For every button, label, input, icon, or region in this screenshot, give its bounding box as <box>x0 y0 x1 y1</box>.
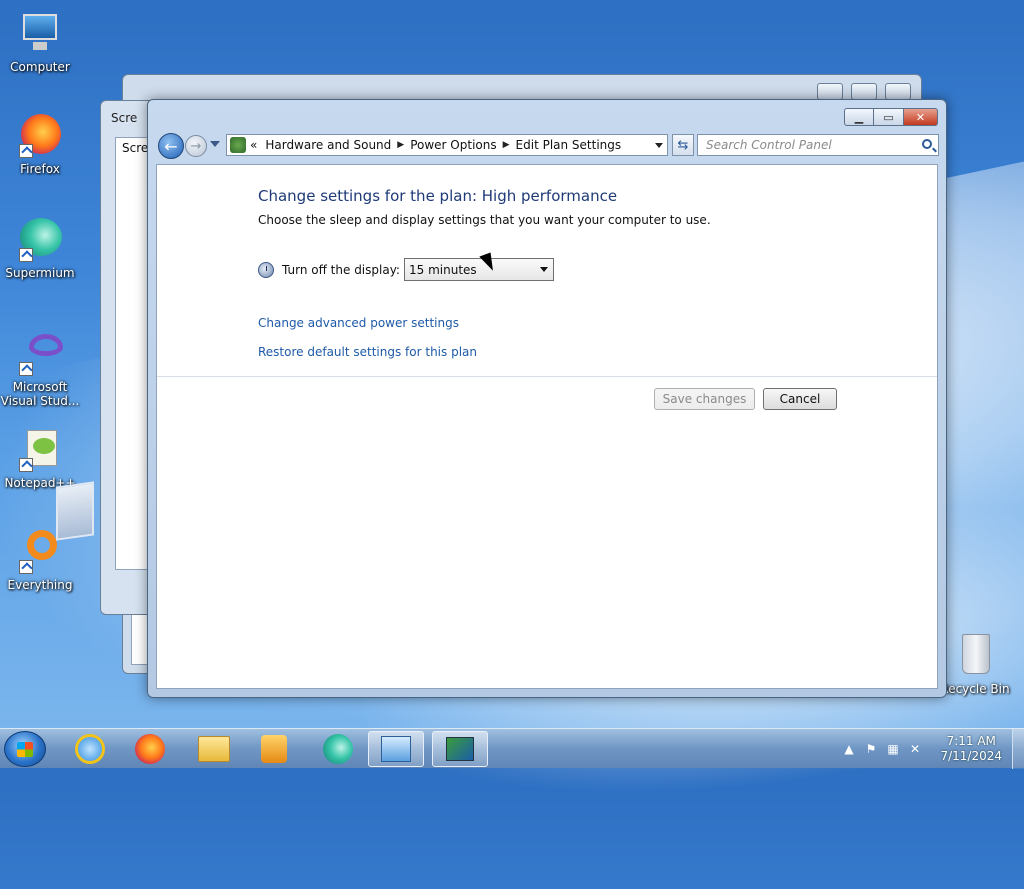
taskbar-firefox[interactable] <box>122 731 178 767</box>
save-changes-button[interactable]: Save changes <box>654 388 755 410</box>
refresh-button[interactable]: ⇆ <box>672 134 694 156</box>
taskbar: ▲ ⚑ ▦ ✕ 7:11 AM 7/11/2024 <box>0 728 1024 769</box>
media-player-icon <box>261 735 287 763</box>
desktop-icon-notepadpp[interactable]: Notepad++ <box>0 426 80 490</box>
navigation-bar: ← → « Hardware and Sound ▶ Power Options… <box>156 132 939 160</box>
desktop-icon-label: Microsoft Visual Stud... <box>0 380 80 408</box>
control-panel-icon <box>230 137 246 153</box>
breadcrumb-item[interactable]: Edit Plan Settings <box>516 138 622 152</box>
recent-pages-dropdown[interactable] <box>210 141 220 147</box>
desktop-icon-visual-studio[interactable]: Microsoft Visual Stud... <box>0 330 80 408</box>
firefox-icon <box>135 734 165 764</box>
computer-icon <box>17 10 63 56</box>
desktop-icon-firefox[interactable]: Firefox <box>0 112 80 176</box>
network-icon[interactable]: ▦ <box>886 742 900 756</box>
desktop-icon-label: Recycle Bin <box>940 682 1010 696</box>
display-settings-icon <box>446 737 474 761</box>
clock[interactable]: 7:11 AM 7/11/2024 <box>940 734 1002 764</box>
show-hidden-icons-icon[interactable]: ▲ <box>842 742 856 756</box>
content-pane: Change settings for the plan: High perfo… <box>156 164 938 689</box>
display-timeout-value: 15 minutes <box>409 262 477 277</box>
recycle-bin-icon <box>952 632 998 678</box>
restore-defaults-link[interactable]: Restore default settings for this plan <box>258 345 477 359</box>
action-center-flag-icon[interactable]: ⚑ <box>864 742 878 756</box>
supermium-icon <box>17 216 63 262</box>
maximize-button[interactable] <box>851 83 877 100</box>
supermium-icon <box>323 734 353 764</box>
breadcrumb-separator-icon[interactable]: ▶ <box>503 140 510 150</box>
minimize-button[interactable] <box>817 83 843 100</box>
firefox-icon <box>17 112 63 158</box>
page-description: Choose the sleep and display settings th… <box>258 213 711 227</box>
taskbar-display-settings[interactable] <box>432 731 488 767</box>
system-tray: ▲ ⚑ ▦ ✕ 7:11 AM 7/11/2024 <box>834 729 1024 769</box>
chevron-down-icon <box>540 267 548 272</box>
caption-buttons: ▁ ▭ ✕ <box>844 108 938 126</box>
taskbar-internet-explorer[interactable] <box>62 731 118 767</box>
taskbar-control-panel[interactable] <box>368 731 424 767</box>
display-setting-row: Turn off the display: 15 minutes <box>258 258 554 281</box>
back-button[interactable]: ← <box>158 133 184 159</box>
desktop-icon-computer[interactable]: Computer <box>0 10 80 74</box>
taskbar-supermium[interactable] <box>310 731 366 767</box>
folder-icon <box>198 736 230 762</box>
clock-date: 7/11/2024 <box>940 749 1002 763</box>
notepadpp-icon <box>17 426 63 472</box>
close-button[interactable]: ✕ <box>904 108 938 126</box>
control-panel-icon <box>381 736 411 762</box>
window-title: Scre <box>111 111 138 125</box>
internet-explorer-icon <box>75 734 105 764</box>
background-window-fragment <box>56 481 94 541</box>
desktop-icon-label: Supermium <box>5 266 75 280</box>
page-title: Change settings for the plan: High perfo… <box>258 187 618 205</box>
address-bar[interactable]: « Hardware and Sound ▶ Power Options ▶ E… <box>226 134 668 156</box>
breadcrumb-prefix[interactable]: « <box>250 138 257 152</box>
show-desktop-button[interactable] <box>1012 729 1024 769</box>
forward-button[interactable]: → <box>185 135 207 157</box>
desktop-icon-label: Computer <box>10 60 70 74</box>
desktop-icon-recycle-bin[interactable]: Recycle Bin <box>935 632 1015 696</box>
address-dropdown-icon[interactable] <box>655 143 663 148</box>
clock-time: 7:11 AM <box>946 734 996 748</box>
cancel-button[interactable]: Cancel <box>763 388 837 410</box>
search-input[interactable] <box>698 135 908 155</box>
divider <box>157 376 937 377</box>
minimize-button[interactable]: ▁ <box>844 108 874 126</box>
start-button[interactable] <box>4 731 46 767</box>
desktop-icon-label: Firefox <box>20 162 60 176</box>
search-icon[interactable] <box>922 139 932 149</box>
advanced-settings-link[interactable]: Change advanced power settings <box>258 316 459 330</box>
close-button[interactable] <box>885 83 911 100</box>
control-panel-window[interactable]: ▁ ▭ ✕ ← → « Hardware and Sound ▶ Power O… <box>147 99 947 698</box>
taskbar-explorer[interactable] <box>186 731 242 767</box>
search-box[interactable] <box>697 134 939 156</box>
taskbar-media-player[interactable] <box>246 731 302 767</box>
breadcrumb-separator-icon[interactable]: ▶ <box>397 140 404 150</box>
display-setting-label: Turn off the display: <box>282 262 400 277</box>
breadcrumb-item[interactable]: Hardware and Sound <box>265 138 391 152</box>
volume-muted-icon[interactable]: ✕ <box>908 742 922 756</box>
maximize-button[interactable]: ▭ <box>874 108 904 126</box>
desktop-icon-supermium[interactable]: Supermium <box>0 216 80 280</box>
display-timeout-select[interactable]: 15 minutes <box>404 258 554 281</box>
breadcrumb-item[interactable]: Power Options <box>410 138 496 152</box>
visual-studio-icon <box>17 330 63 376</box>
display-timer-icon <box>258 261 274 278</box>
desktop-icon-label: Everything <box>7 578 73 592</box>
